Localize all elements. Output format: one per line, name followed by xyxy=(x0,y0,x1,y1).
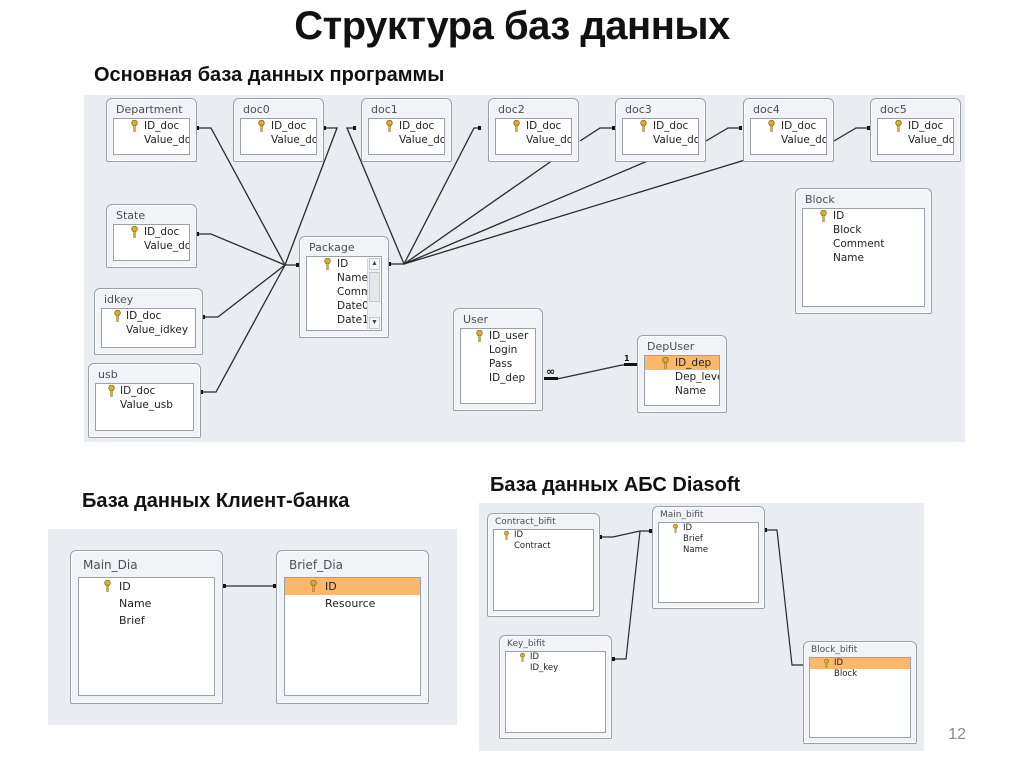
field-row[interactable]: ID xyxy=(494,530,593,541)
primary-key-icon xyxy=(673,524,678,533)
field-row[interactable]: Brief xyxy=(659,534,758,545)
field-row[interactable]: Block xyxy=(810,669,910,680)
table-name: Key_bifit xyxy=(507,639,546,649)
field-list: ID Brief Name xyxy=(658,522,759,603)
rel-contract-main-bifit xyxy=(600,530,651,538)
field-list: ID Block xyxy=(809,657,911,738)
table-main-bifit[interactable]: Main_bifit ID Brief Name xyxy=(652,506,765,609)
primary-key-icon xyxy=(520,653,525,662)
table-contract-bifit[interactable]: Contract_bifit ID Contract xyxy=(487,513,600,617)
page-number: 12 xyxy=(948,726,966,743)
field-row[interactable]: ID_key xyxy=(506,663,605,674)
field-list: ID ID_key xyxy=(505,651,606,733)
field-row[interactable]: Contract xyxy=(494,541,593,552)
table-block-bifit[interactable]: Block_bifit ID Block xyxy=(803,641,917,744)
rel-main-block-bifit xyxy=(765,529,805,666)
primary-key-icon xyxy=(824,659,829,668)
table-key-bifit[interactable]: Key_bifit ID ID_key xyxy=(499,635,612,739)
primary-key-icon xyxy=(504,531,509,540)
table-name: Main_bifit xyxy=(660,510,704,520)
field-row-selected[interactable]: ID xyxy=(810,658,910,669)
field-row[interactable]: Name xyxy=(659,545,758,556)
field-row[interactable]: ID xyxy=(506,652,605,663)
table-name: Contract_bifit xyxy=(495,517,556,527)
rel-key-main-bifit xyxy=(613,530,641,660)
table-name: Block_bifit xyxy=(811,645,858,655)
field-row[interactable]: ID xyxy=(659,523,758,534)
field-list: ID Contract xyxy=(493,529,594,611)
